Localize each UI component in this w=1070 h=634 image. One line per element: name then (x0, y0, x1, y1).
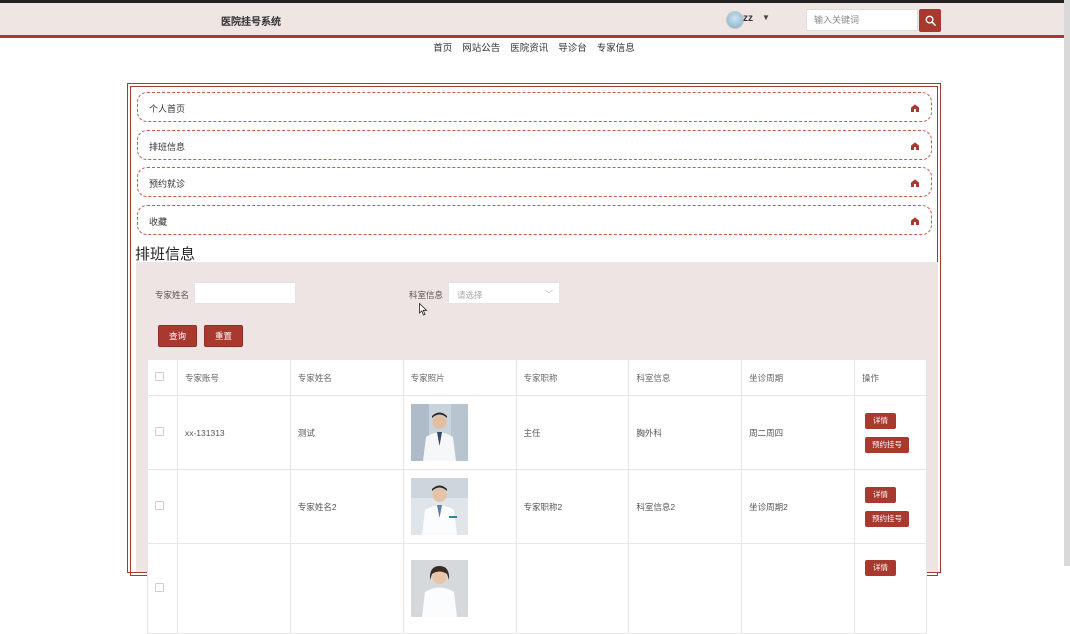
detail-button[interactable]: 详情 (864, 486, 896, 503)
col-header-account: 专家账号 (176, 359, 291, 396)
schedule-table: 专家账号 专家姓名 专家照片 专家职称 科室信息 坐诊周期 操作 xx-1313… (147, 359, 928, 634)
menu-item-personal-home[interactable]: 个人首页 (137, 92, 932, 122)
col-header-department: 科室信息 (628, 359, 743, 396)
cell-department (628, 543, 743, 634)
cell-actions: 详情 (853, 543, 928, 634)
cell-name (289, 543, 404, 634)
cell-name: 专家姓名2 (289, 469, 404, 544)
expert-photo (410, 478, 468, 535)
cell-account: xx-131313 (176, 395, 291, 470)
expert-name-label: 专家姓名 (155, 290, 190, 300)
table-row: 详情 (147, 543, 928, 634)
row-select-cell (147, 543, 178, 634)
reset-button[interactable]: 重置 (204, 325, 243, 347)
search-button[interactable] (919, 9, 941, 32)
table-header-row: 专家账号 专家姓名 专家照片 专家职称 科室信息 坐诊周期 操作 (147, 359, 928, 396)
book-appointment-button[interactable]: 预约挂号 (864, 510, 909, 527)
page-title: 排班信息 (135, 246, 196, 263)
site-title: 医院挂号系统 (221, 17, 281, 28)
cell-department: 科室信息2 (628, 469, 743, 544)
expert-photo (410, 404, 468, 461)
department-label: 科室信息 (409, 290, 444, 300)
chevron-down-icon[interactable]: ▼ (762, 13, 770, 22)
user-avatar[interactable] (726, 11, 744, 29)
cell-actions: 详情 预约挂号 (853, 469, 928, 544)
nav-news[interactable]: 医院资讯 (510, 40, 548, 54)
menu-item-label: 预约就诊 (149, 179, 186, 189)
col-header-actions: 操作 (853, 359, 928, 396)
search-input[interactable] (806, 9, 918, 31)
select-all-checkbox[interactable] (155, 372, 164, 381)
cell-period: 周二周四 (741, 395, 855, 470)
table-row: 专家姓名2 专家职称2 科室信息2 坐诊周期2 详情 预约挂号 (147, 469, 928, 544)
col-header-name: 专家姓名 (289, 359, 404, 396)
cell-actions: 详情 预约挂号 (853, 395, 928, 470)
cell-title: 专家职称2 (515, 469, 630, 544)
home-icon (911, 179, 919, 187)
book-appointment-button[interactable]: 预约挂号 (864, 436, 909, 453)
row-select-cell (147, 469, 178, 544)
cell-account (176, 469, 291, 544)
department-select-placeholder: 请选择 (457, 290, 483, 300)
menu-item-label: 排班信息 (149, 142, 186, 152)
search-icon (925, 15, 936, 26)
cell-department: 胸外科 (628, 395, 743, 470)
col-header-period: 坐诊周期 (741, 359, 855, 396)
mouse-cursor-icon (419, 303, 428, 316)
cell-title: 主任 (515, 395, 630, 470)
cell-photo (402, 469, 517, 544)
expert-photo (410, 560, 468, 617)
col-header-title: 专家职称 (515, 359, 630, 396)
home-icon (911, 142, 919, 150)
row-select-cell (147, 395, 178, 470)
cell-photo (402, 543, 517, 634)
home-icon (911, 104, 919, 112)
row-checkbox[interactable] (155, 501, 164, 510)
menu-item-favorites[interactable]: 收藏 (137, 205, 932, 235)
home-icon (911, 217, 919, 225)
query-button[interactable]: 查询 (158, 325, 197, 347)
cell-name: 测试 (289, 395, 404, 470)
cell-photo (402, 395, 517, 470)
menu-item-appointment[interactable]: 预约就诊 (137, 167, 932, 197)
menu-item-schedule[interactable]: 排班信息 (137, 130, 932, 160)
detail-button[interactable]: 详情 (864, 412, 896, 429)
cell-period (741, 543, 855, 634)
nav-announcements[interactable]: 网站公告 (462, 40, 500, 54)
main-nav: 首页 网站公告 医院资讯 导诊台 专家信息 (0, 40, 1064, 54)
col-header-photo: 专家照片 (402, 359, 517, 396)
table-row: xx-131313 测试 主任 胸外科 周二周四 详情 预约挂号 (147, 395, 928, 470)
detail-button[interactable]: 详情 (864, 560, 896, 576)
select-all-cell (147, 359, 178, 396)
row-checkbox[interactable] (155, 583, 164, 592)
scrollbar-track[interactable] (1064, 0, 1070, 566)
cell-account (176, 543, 291, 634)
nav-experts[interactable]: 专家信息 (597, 40, 635, 54)
menu-item-label: 个人首页 (149, 104, 186, 114)
menu-item-label: 收藏 (149, 217, 168, 227)
chevron-down-icon: ﹀ (545, 290, 553, 299)
nav-home[interactable]: 首页 (433, 40, 452, 54)
nav-guide[interactable]: 导诊台 (558, 40, 587, 54)
department-select[interactable]: 请选择 ﹀ (448, 282, 560, 304)
cell-period: 坐诊周期2 (741, 469, 855, 544)
expert-name-input[interactable] (194, 282, 296, 304)
row-checkbox[interactable] (155, 427, 164, 436)
cell-title (515, 543, 630, 634)
site-header: 医院挂号系统 zz ▼ (0, 3, 1064, 38)
username[interactable]: zz (743, 13, 753, 24)
